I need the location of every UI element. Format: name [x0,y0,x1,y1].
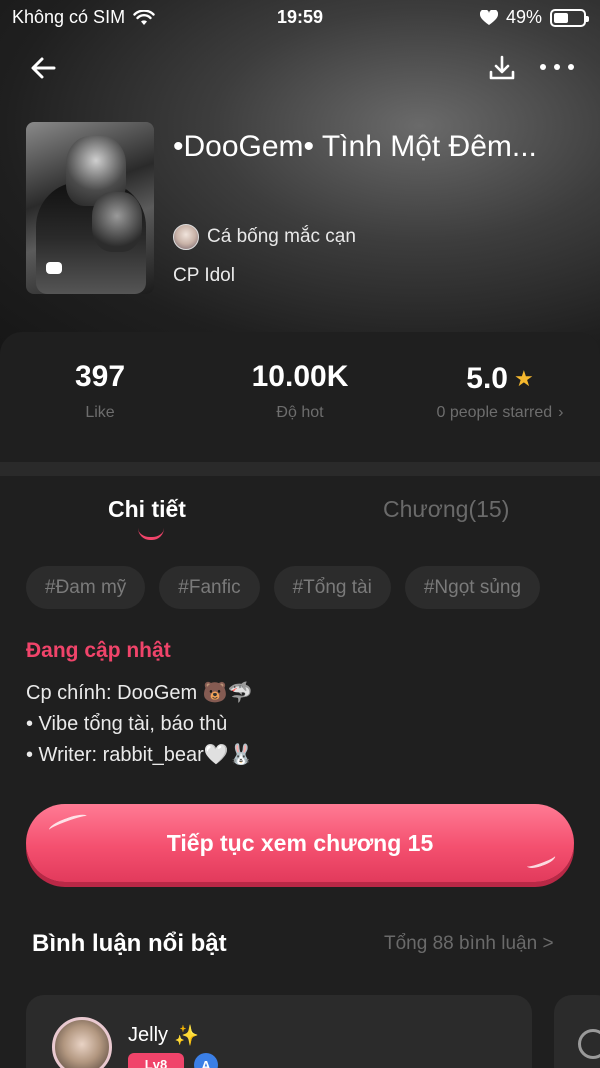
more-options-icon[interactable] [540,56,574,78]
tab-chapters[interactable]: Chương(15) [383,496,509,523]
comment-card[interactable] [554,995,600,1068]
back-arrow-icon[interactable] [28,52,60,84]
status-right: 49% [479,7,589,28]
commenter-name-row: Jelly ✨ [128,1023,199,1048]
author-link[interactable]: Cá bống mắc cạn [173,224,356,250]
star-icon: ★ [513,366,534,391]
book-cover-image [26,122,154,294]
rating-stat[interactable]: 5.0 ★ 0 people starred › [415,360,585,422]
continue-reading-label: Tiếp tục xem chương 15 [166,829,434,856]
content-panel [0,476,600,1068]
avatar[interactable] [578,1029,600,1059]
rating-value-row: 5.0 ★ [415,360,585,398]
battery-icon [550,8,589,27]
download-icon[interactable] [488,54,516,82]
tag-chip[interactable]: #Fanfic [159,566,260,609]
level-badge: Lv8 [128,1053,184,1068]
book-title: •DooGem• Tình Một Đêm... [173,130,537,163]
verified-badge: A [194,1053,218,1068]
stats-card: 397 Like 10.00K Độ hot 5.0 ★ 0 people st… [0,332,600,462]
description-line: • Writer: rabbit_bear🤍🐰 [26,744,254,766]
update-status: Đang cập nhật [26,639,171,662]
continue-reading-button[interactable]: Tiếp tục xem chương 15 [26,804,574,882]
avatar[interactable] [52,1017,112,1068]
hot-label: Độ hot [276,404,324,421]
rating-label: 0 people starred [436,404,553,421]
status-bar: Không có SIM 19:59 49% [0,0,600,34]
description-line: Cp chính: DooGem 🐻🦈 [26,682,253,704]
chevron-right-icon: › [558,404,564,421]
author-name: Cá bống mắc cạn [207,226,356,247]
hot-value: 10.00K [251,360,349,393]
likes-label: Like [85,404,115,421]
rating-label-row: 0 people starred › [415,404,585,422]
description-line: • Vibe tổng tài, báo thù [26,713,228,735]
comments-section-title: Bình luận nổi bật [32,930,227,957]
sparkle-icon: ✨ [174,1025,199,1047]
tab-detail[interactable]: Chi tiết [108,496,186,523]
all-comments-link[interactable]: Tổng 88 bình luận > [384,933,554,955]
book-description: Cp chính: DooGem 🐻🦈 • Vibe tổng tài, báo… [26,678,254,771]
hot-stat: 10.00K Độ hot [220,360,380,422]
comment-card[interactable]: Jelly ✨ Lv8 A [26,995,532,1068]
battery-percent: 49% [505,7,542,27]
tag-chip[interactable]: #Ngọt sủng [404,566,541,609]
comment-bubble-icon [46,262,62,274]
likes-stat: 397 Like [40,360,160,422]
likes-value: 397 [74,360,126,393]
heart-icon [479,9,498,25]
tag-chip[interactable]: #Tổng tài [273,566,391,609]
rating-value: 5.0 [466,362,508,395]
tag-chip[interactable]: #Đam mỹ [26,566,146,609]
commenter-name: Jelly [128,1024,169,1046]
author-avatar [173,224,199,250]
tag-list: #Đam mỹ #Fanfic #Tổng tài #Ngọt sủng [26,566,541,609]
book-category: CP Idol [173,265,235,286]
section-divider [0,462,600,476]
